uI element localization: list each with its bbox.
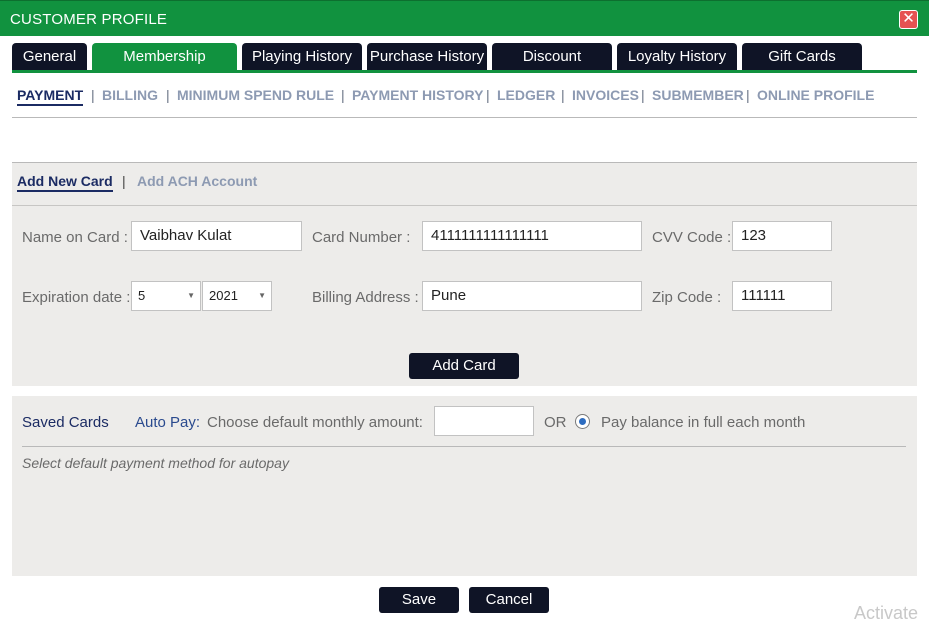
tab-loyalty-history[interactable]: Loyalty History (617, 43, 737, 71)
window-title: CUSTOMER PROFILE (10, 11, 168, 28)
card-form-divider (12, 205, 917, 206)
default-amount-label: Choose default monthly amount: (207, 414, 423, 431)
saved-cards-divider (22, 446, 906, 447)
subnav-minimum-spend-rule[interactable]: MINIMUM SPEND RULE (177, 87, 334, 103)
add-ach-account-link[interactable]: Add ACH Account (137, 173, 257, 189)
subnav-separator: | (561, 87, 565, 103)
card-tab-separator: | (122, 173, 126, 189)
subnav-submember[interactable]: SUBMEMBER (652, 87, 744, 103)
saved-cards-title: Saved Cards (22, 414, 109, 431)
expiration-month-select[interactable]: 5 ▼ (131, 281, 201, 311)
save-button[interactable]: Save (379, 587, 459, 613)
default-monthly-amount-input[interactable] (434, 406, 534, 436)
pay-balance-label: Pay balance in full each month (601, 414, 806, 431)
subnav-divider (12, 117, 917, 118)
expiration-month-value: 5 (138, 288, 146, 303)
subnav-online-profile[interactable]: ONLINE PROFILE (757, 87, 874, 103)
name-on-card-label: Name on Card : (22, 229, 128, 246)
or-label: OR (544, 414, 567, 431)
saved-cards-panel: Saved Cards Auto Pay: Choose default mon… (12, 396, 917, 576)
title-bar: CUSTOMER PROFILE ✕ (0, 0, 929, 36)
subnav-payment[interactable]: PAYMENT (17, 87, 84, 106)
close-button[interactable]: ✕ (899, 10, 918, 29)
autopay-hint-text: Select default payment method for autopa… (22, 455, 289, 471)
subnav-separator: | (166, 87, 170, 103)
card-number-label: Card Number : (312, 229, 411, 246)
billing-address-label: Billing Address : (312, 289, 419, 306)
name-on-card-input[interactable]: Vaibhav Kulat (131, 221, 302, 251)
expiration-date-label: Expiration date : (22, 289, 131, 306)
tab-membership[interactable]: Membership (92, 43, 237, 71)
subnav-separator: | (486, 87, 490, 103)
subnav-billing[interactable]: BILLING (102, 87, 158, 103)
cancel-button[interactable]: Cancel (469, 587, 549, 613)
radio-selected-dot (579, 418, 586, 425)
zip-code-input[interactable]: 111111 (732, 281, 832, 311)
tab-playing-history[interactable]: Playing History (242, 43, 362, 71)
subnav-separator: | (746, 87, 750, 103)
activate-watermark: Activate (854, 603, 919, 623)
zip-code-label: Zip Code : (652, 289, 722, 306)
add-new-card-link[interactable]: Add New Card (17, 173, 113, 192)
billing-address-input[interactable]: Pune (422, 281, 642, 311)
card-number-input[interactable]: 4111111111111111 (422, 221, 642, 251)
cvv-code-input[interactable]: 123 (732, 221, 832, 251)
expiration-year-value: 2021 (209, 288, 238, 303)
subnav-separator: | (91, 87, 95, 103)
add-card-button[interactable]: Add Card (409, 353, 519, 379)
expiration-year-select[interactable]: 2021 ▼ (202, 281, 272, 311)
chevron-down-icon: ▼ (258, 291, 266, 300)
tab-purchase-history[interactable]: Purchase History (367, 43, 487, 71)
cvv-code-label: CVV Code : (652, 229, 732, 246)
subnav-ledger[interactable]: LEDGER (497, 87, 555, 103)
add-card-panel: Add New Card | Add ACH Account Name on C… (12, 162, 917, 386)
tab-gift-cards[interactable]: Gift Cards (742, 43, 862, 71)
subnav-separator: | (341, 87, 345, 103)
subnav-invoices[interactable]: INVOICES (572, 87, 639, 103)
tab-general[interactable]: General (12, 43, 87, 71)
subnav-payment-history[interactable]: PAYMENT HISTORY (352, 87, 483, 103)
tab-discount[interactable]: Discount (492, 43, 612, 71)
pay-balance-radio[interactable] (575, 414, 590, 429)
autopay-label: Auto Pay: (135, 414, 201, 431)
chevron-down-icon: ▼ (187, 291, 195, 300)
tab-underline (12, 70, 917, 73)
subnav-separator: | (641, 87, 645, 103)
